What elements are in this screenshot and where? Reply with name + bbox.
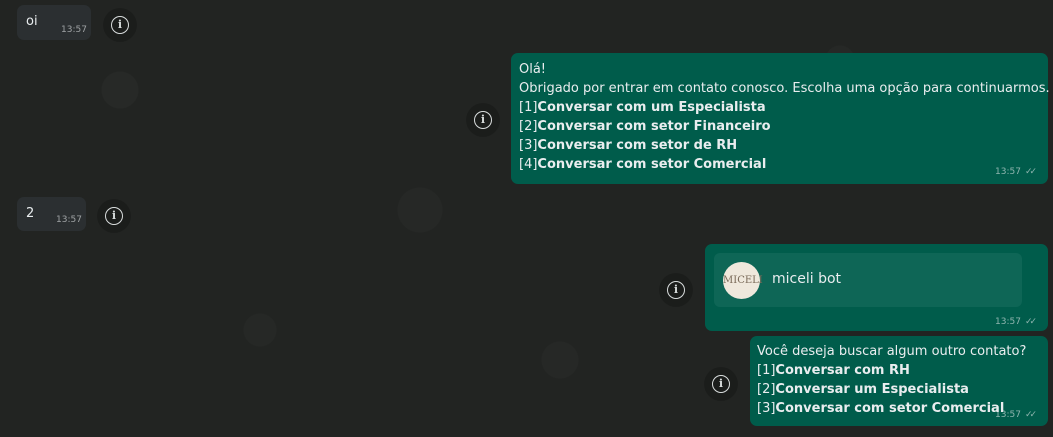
time-label: 13:57 — [995, 317, 1021, 327]
message-time: 13:57 ✓✓ — [995, 317, 1037, 327]
info-icon[interactable]: i — [474, 111, 492, 129]
message-line: Obrigado por entrar em contato conosco. … — [519, 81, 1050, 96]
message-time: 13:57 ✓✓ — [995, 410, 1037, 420]
message-time: 13:57 — [61, 25, 87, 35]
incoming-message-2[interactable]: 2 13:57 — [17, 197, 86, 231]
message-time: 13:57 — [56, 215, 82, 225]
outgoing-message-menu[interactable]: Olá! Obrigado por entrar em contato cono… — [511, 53, 1050, 184]
menu-option-2: [2]Conversar com setor Financeiro — [519, 119, 771, 134]
time-label: 13:57 — [995, 167, 1021, 177]
menu-option-3: [3]Conversar com setor Comercial — [757, 401, 1005, 416]
info-icon[interactable]: i — [105, 207, 123, 225]
menu-option-4: [4]Conversar com setor Comercial — [519, 157, 767, 172]
double-check-icon: ✓✓ — [1024, 167, 1037, 177]
menu-option-1: [1]Conversar com um Especialista — [519, 100, 766, 115]
contact-card[interactable]: MICELI miceli bot — [714, 253, 1022, 307]
info-icon[interactable]: i — [712, 375, 730, 393]
contact-avatar: MICELI — [723, 262, 763, 299]
menu-option-1: [1]Conversar com RH — [757, 363, 910, 378]
double-check-icon: ✓✓ — [1024, 410, 1037, 420]
double-check-icon: ✓✓ — [1024, 317, 1037, 327]
contact-name: miceli bot — [772, 271, 842, 287]
outgoing-message-followup[interactable]: Você deseja buscar algum outro contato? … — [750, 336, 1048, 426]
info-icon[interactable]: i — [111, 16, 129, 34]
info-icon[interactable]: i — [667, 281, 685, 299]
outgoing-contact-card-message[interactable]: MICELI miceli bot 13:57 ✓✓ — [705, 244, 1048, 331]
chat-area: oi 13:57 i i Olá! Obrigado por entrar em… — [0, 0, 1053, 437]
message-time: 13:57 ✓✓ — [995, 167, 1037, 177]
message-line: Olá! — [519, 62, 547, 77]
menu-option-2: [2]Conversar um Especialista — [757, 382, 969, 397]
message-line: Você deseja buscar algum outro contato? — [757, 344, 1027, 359]
time-label: 13:57 — [995, 410, 1021, 420]
menu-option-3: [3]Conversar com setor de RH — [519, 138, 738, 153]
message-text: oi — [26, 14, 38, 29]
message-text: 2 — [26, 206, 35, 221]
incoming-message-oi[interactable]: oi 13:57 — [17, 5, 91, 40]
